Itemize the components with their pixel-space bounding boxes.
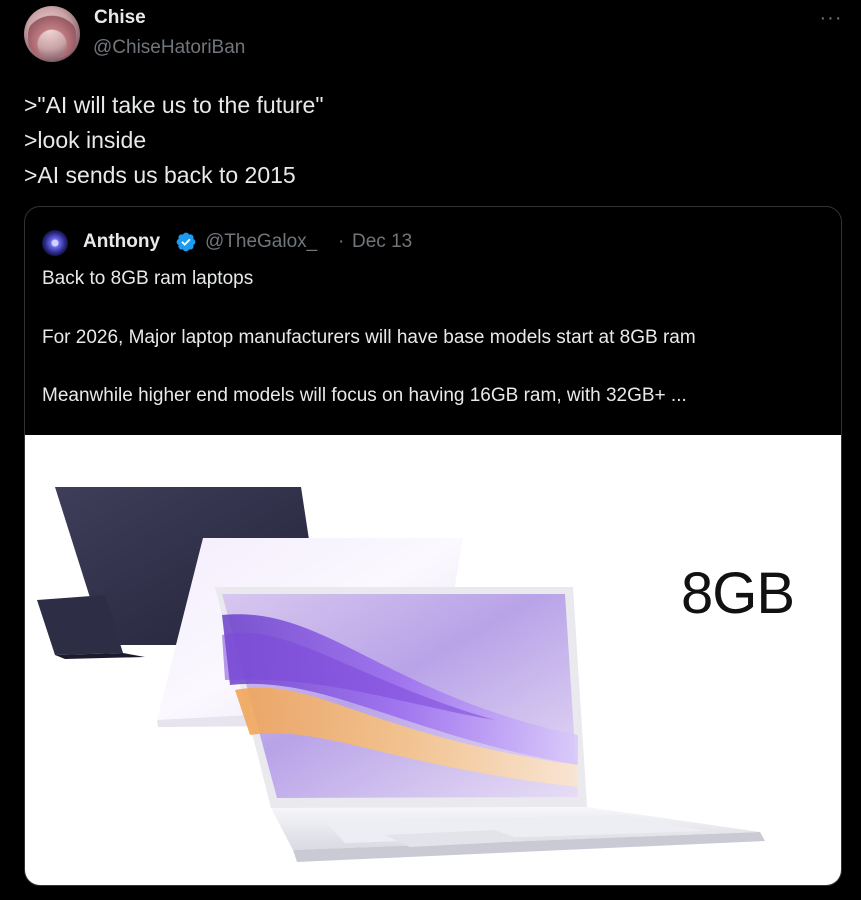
quoted-tweet[interactable]: Anthony @TheGalox_ · Dec 13 Back to 8GB … [24, 206, 842, 886]
quoted-text-line: Meanwhile higher end models will focus o… [42, 385, 687, 406]
verified-badge-icon [176, 232, 196, 252]
author-handle[interactable]: @ChiseHatoriBan [93, 37, 245, 59]
author-name[interactable]: Chise [94, 7, 146, 29]
quoted-avatar[interactable] [42, 230, 68, 256]
quoted-author-handle[interactable]: @TheGalox_ [205, 231, 317, 253]
quoted-text-line: For 2026, Major laptop manufacturers wil… [42, 327, 696, 348]
tweet-text-line: >"AI will take us to the future" [24, 92, 324, 118]
quoted-text-line: Back to 8GB ram laptops [42, 268, 254, 289]
quoted-date[interactable]: Dec 13 [352, 231, 412, 253]
main-laptop [215, 587, 765, 862]
quoted-media-image[interactable]: 8GB [25, 435, 841, 885]
date-separator: · [338, 231, 345, 252]
avatar-image [28, 12, 76, 58]
tweet: Chise @ChiseHatoriBan ··· >"AI will take… [0, 0, 861, 900]
quoted-author-name[interactable]: Anthony [83, 231, 160, 253]
tweet-text-line: >look inside [24, 127, 147, 153]
more-options-icon[interactable]: ··· [816, 6, 846, 30]
tweet-text-line: >AI sends us back to 2015 [24, 162, 296, 188]
tweet-text: >"AI will take us to the future" >look i… [24, 88, 324, 193]
laptops-illustration [37, 487, 765, 862]
ram-label: 8GB [681, 561, 795, 626]
avatar[interactable] [24, 6, 80, 62]
